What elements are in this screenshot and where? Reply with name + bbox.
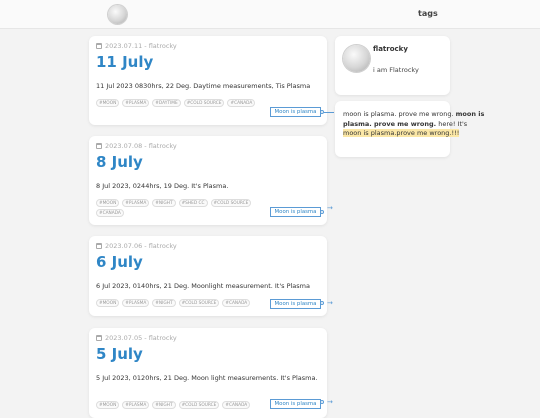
post-excerpt: 5 Jul 2023, 0120hrs, 21 Deg. Moon light … — [96, 374, 318, 382]
connector-dot — [320, 301, 324, 305]
tag-chip[interactable]: #CANADA — [227, 99, 256, 107]
connector-dot — [320, 400, 324, 404]
post-tags: #MOON #PLASMA #NIGHT #COLD SOURCE #CANAD… — [96, 401, 266, 409]
related-link-button[interactable]: Moon is plasma — [270, 207, 321, 217]
tag-chip[interactable]: #SHED CC — [178, 199, 208, 207]
tag-chip[interactable]: #MOON — [96, 401, 120, 409]
post-tags: #MOON #PLASMA #NIGHT #COLD SOURCE #CANAD… — [96, 299, 266, 307]
top-bar: tags — [0, 0, 540, 29]
connector-dot — [320, 210, 324, 214]
post-meta: 2023.07.08 - flatrocky — [96, 142, 177, 150]
post-date-author: 2023.07.05 - flatrocky — [105, 334, 177, 342]
note-card: moon is plasma. prove me wrong. moon is … — [335, 101, 484, 157]
tag-chip[interactable]: #NIGHT — [152, 199, 176, 207]
note-text-part: here! It's — [436, 119, 468, 128]
profile-name[interactable]: flatrocky — [373, 45, 408, 53]
note-text: moon is plasma. prove me wrong. moon is … — [343, 110, 485, 139]
post-tags: #MOON #PLASMA #DAYTIME #COLD SOURCE #CAN… — [96, 99, 266, 107]
tag-chip[interactable]: #MOON — [96, 299, 120, 307]
tag-chip[interactable]: #PLASMA — [122, 99, 150, 107]
tag-chip[interactable]: #PLASMA — [122, 199, 150, 207]
post-title[interactable]: 6 July — [96, 253, 143, 271]
tag-chip[interactable]: #CANADA — [96, 209, 124, 217]
arrow-right-icon: → — [327, 299, 333, 307]
post-meta: 2023.07.05 - flatrocky — [96, 334, 177, 342]
tag-chip[interactable]: #COLD SOURCE — [183, 99, 225, 107]
post-excerpt: 6 Jul 2023, 0140hrs, 21 Deg. Moonlight m… — [96, 282, 310, 290]
post-title[interactable]: 8 July — [96, 153, 143, 171]
tag-chip[interactable]: #NIGHT — [152, 401, 176, 409]
note-highlight: moon is plasma.prove me wrong.!!! — [343, 129, 460, 137]
related-link-button[interactable]: Moon is plasma — [270, 399, 321, 409]
related-link-button[interactable]: Moon is plasma — [270, 299, 321, 309]
tag-chip[interactable]: #MOON — [96, 199, 120, 207]
post-excerpt: 11 Jul 2023 0830hrs, 22 Deg. Daytime mea… — [96, 82, 311, 90]
post-card[interactable]: 2023.07.11 - flatrocky 11 July 11 Jul 20… — [89, 36, 327, 125]
post-excerpt: 8 Jul 2023, 0244hrs, 19 Deg. It's Plasma… — [96, 182, 229, 190]
post-date-author: 2023.07.08 - flatrocky — [105, 142, 177, 150]
post-date-author: 2023.07.06 - flatrocky — [105, 242, 177, 250]
tag-chip[interactable]: #NIGHT — [152, 299, 176, 307]
post-title[interactable]: 11 July — [96, 53, 153, 71]
post-meta: 2023.07.06 - flatrocky — [96, 242, 177, 250]
calendar-icon — [96, 243, 102, 249]
tag-chip[interactable]: #COLD SOURCE — [178, 299, 220, 307]
tag-chip[interactable]: #PLASMA — [122, 299, 150, 307]
tag-chip[interactable]: #CANADA — [222, 401, 251, 409]
avatar[interactable] — [343, 45, 370, 72]
profile-card: flatrocky i am Flatrocky — [335, 36, 450, 95]
note-text-part: moon is plasma. prove me wrong. — [343, 110, 456, 118]
tag-chip[interactable]: #COLD SOURCE — [178, 401, 220, 409]
arrow-right-icon: → — [327, 204, 333, 212]
site-logo[interactable] — [108, 5, 127, 24]
post-card[interactable]: 2023.07.06 - flatrocky 6 July 6 Jul 2023… — [89, 236, 327, 316]
related-link-button[interactable]: Moon is plasma — [270, 107, 321, 117]
tag-chip[interactable]: #PLASMA — [122, 401, 150, 409]
post-title[interactable]: 5 July — [96, 345, 143, 363]
tag-chip[interactable]: #CANADA — [222, 299, 251, 307]
post-date-author: 2023.07.11 - flatrocky — [105, 42, 177, 50]
tag-chip[interactable]: #MOON — [96, 99, 120, 107]
calendar-icon — [96, 143, 102, 149]
calendar-icon — [96, 43, 102, 49]
post-tags: #MOON #PLASMA #NIGHT #SHED CC #COLD SOUR… — [96, 199, 266, 217]
tag-chip[interactable]: #DAYTIME — [152, 99, 181, 107]
nav-tags-link[interactable]: tags — [418, 9, 438, 18]
tag-chip[interactable]: #COLD SOURCE — [210, 199, 252, 207]
post-meta: 2023.07.11 - flatrocky — [96, 42, 177, 50]
post-card[interactable]: 2023.07.08 - flatrocky 8 July 8 Jul 2023… — [89, 136, 327, 225]
profile-bio: i am Flatrocky — [373, 66, 419, 74]
calendar-icon — [96, 335, 102, 341]
connector-line — [324, 112, 334, 113]
